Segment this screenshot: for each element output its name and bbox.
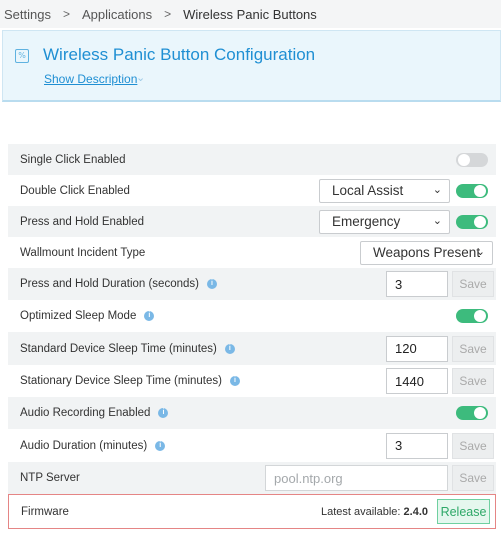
firmware-label: Firmware [21,506,69,518]
setting-label-text: Stationary Device Sleep Time (minutes) [20,375,222,387]
toggle-knob [474,184,486,197]
firmware-row: Firmware Latest available: 2.4.0 Release [8,494,496,529]
page-header: % Wireless Panic Button Configuration Sh… [2,30,501,102]
chevron-down-icon[interactable]: ⌄ [136,71,145,84]
info-icon[interactable]: i [224,343,235,354]
page-title: Wireless Panic Button Configuration [43,45,316,64]
stationary-sleep-input[interactable]: 1440 [386,368,448,394]
chevron-down-icon: ⌄ [432,182,442,196]
info-icon[interactable]: i [206,279,217,289]
optimized-sleep-toggle[interactable] [456,309,488,323]
setting-row-press-hold: Press and Hold Enabled Emergency ⌄ [8,206,496,237]
press-hold-toggle[interactable] [456,214,488,229]
release-button[interactable]: Release [437,499,490,524]
ntp-server-input[interactable]: pool.ntp.org [265,465,448,491]
setting-label-text: Optimized Sleep Mode [20,310,137,322]
double-click-toggle[interactable] [456,183,488,198]
info-icon[interactable]: i [155,440,166,451]
single-click-toggle[interactable] [456,152,488,167]
info-icon[interactable]: i [144,311,155,321]
breadcrumb-separator: > [62,7,70,21]
setting-label: Stationary Device Sleep Time (minutes) i [20,375,240,387]
setting-row-wallmount: Wallmount Incident Type Weapons Present … [8,237,496,268]
setting-row-press-hold-duration: Press and Hold Duration (seconds) i 3 Sa… [8,268,496,300]
toggle-knob [474,215,486,228]
setting-row-audio-recording: Audio Recording Enabled i [8,397,496,429]
double-click-action-select[interactable]: Local Assist ⌄ [319,178,450,203]
save-button[interactable]: Save [452,432,494,459]
setting-label: Wallmount Incident Type [20,246,146,259]
firmware-latest: Latest available: 2.4.0 [321,506,428,518]
wallmount-incident-select[interactable]: Weapons Present ⌄ [360,240,493,265]
chevron-down-icon: ⌄ [432,213,442,227]
settings-app-icon: % [15,49,29,63]
save-button[interactable]: Save [452,335,494,362]
select-value: Emergency [332,214,401,229]
setting-label: Audio Recording Enabled i [20,407,169,419]
setting-label: Press and Hold Enabled [20,215,145,228]
settings-list: Single Click Enabled Double Click Enable… [8,144,496,494]
breadcrumb-settings[interactable]: Settings [4,7,51,22]
select-value: Weapons Present [373,245,481,260]
info-icon[interactable]: i [158,408,169,418]
setting-row-standard-sleep: Standard Device Sleep Time (minutes) i 1… [8,332,496,365]
breadcrumb: Settings > Applications > Wireless Panic… [0,0,501,28]
setting-label: Single Click Enabled [20,153,126,166]
show-description-link[interactable]: Show Description [44,72,137,86]
audio-recording-toggle[interactable] [456,406,488,420]
setting-row-double-click: Double Click Enabled Local Assist ⌄ [8,175,496,206]
breadcrumb-applications[interactable]: Applications [82,7,152,22]
info-icon[interactable]: i [229,376,240,386]
setting-label-text: Press and Hold Duration (seconds) [20,278,199,290]
save-button[interactable]: Save [452,465,494,491]
setting-label: Optimized Sleep Mode i [20,310,155,322]
press-hold-action-select[interactable]: Emergency ⌄ [319,209,450,234]
setting-label: NTP Server [20,472,80,484]
setting-row-ntp-server: NTP Server pool.ntp.org Save [8,462,496,494]
save-button[interactable]: Save [452,271,494,297]
setting-row-audio-duration: Audio Duration (minutes) i 3 Save [8,429,496,462]
setting-row-stationary-sleep: Stationary Device Sleep Time (minutes) i… [8,365,496,397]
setting-label: Standard Device Sleep Time (minutes) i [20,343,235,355]
toggle-knob [458,153,470,166]
save-button[interactable]: Save [452,368,494,394]
select-value: Local Assist [332,183,404,198]
setting-row-optimized-sleep: Optimized Sleep Mode i [8,300,496,332]
press-hold-duration-input[interactable]: 3 [386,271,448,297]
toggle-knob [474,407,486,419]
setting-label-text: Audio Recording Enabled [20,407,151,419]
setting-row-single-click: Single Click Enabled [8,144,496,175]
standard-sleep-input[interactable]: 120 [386,335,448,362]
chevron-down-icon: ⌄ [475,244,485,258]
firmware-latest-prefix: Latest available: [320,506,401,518]
toggle-knob [474,310,486,322]
firmware-latest-version: 2.4.0 [403,506,428,518]
breadcrumb-separator: > [164,7,172,21]
setting-label-text: Standard Device Sleep Time (minutes) [20,342,217,355]
audio-duration-input[interactable]: 3 [386,432,448,459]
setting-label: Audio Duration (minutes) i [20,439,166,452]
breadcrumb-current: Wireless Panic Buttons [183,6,317,22]
setting-label-text: Audio Duration (minutes) [20,439,148,452]
setting-label: Double Click Enabled [20,184,130,197]
setting-label: Press and Hold Duration (seconds) i [20,278,217,290]
